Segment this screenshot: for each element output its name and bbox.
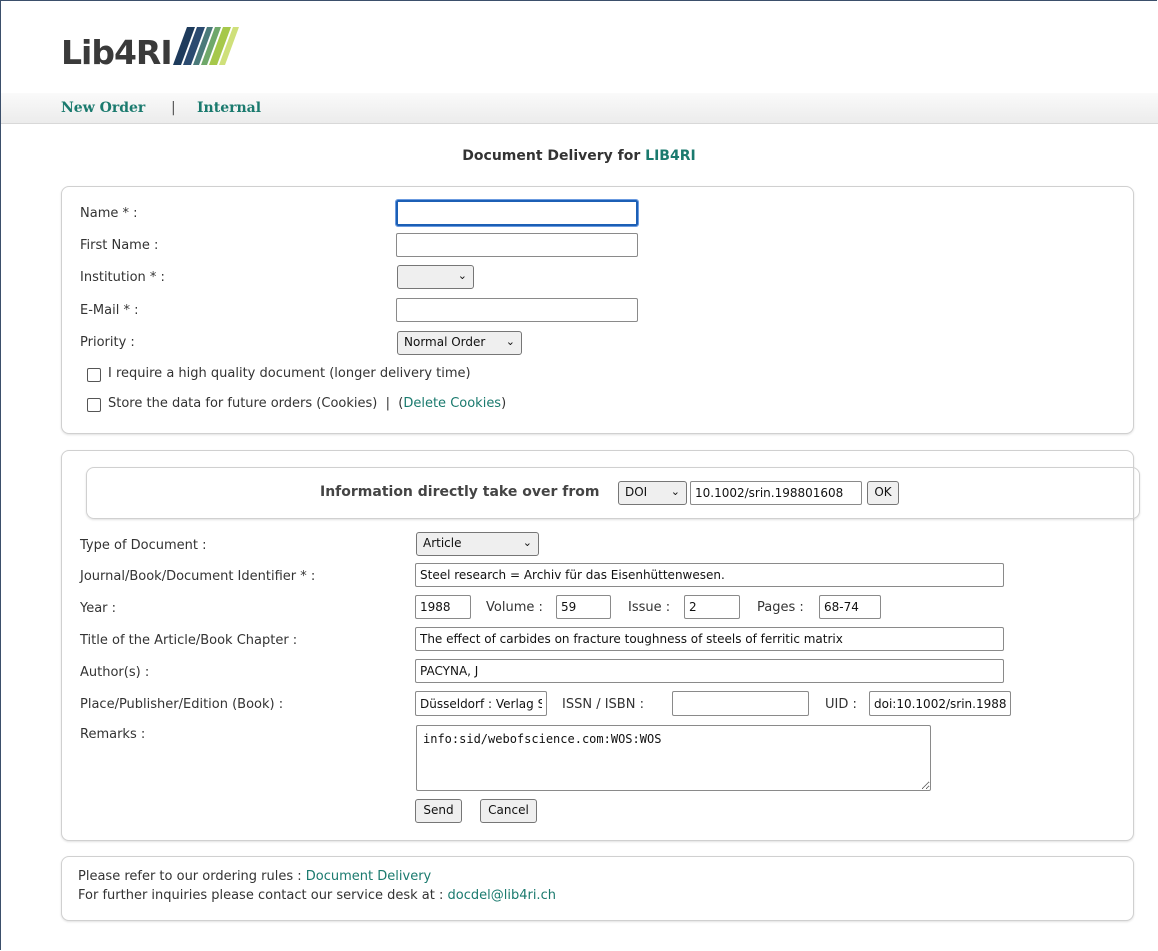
cancel-button[interactable]: Cancel bbox=[480, 799, 537, 823]
logo-text: Lib4RI bbox=[61, 33, 173, 72]
journal-label: Journal/Book/Document Identifier * : bbox=[80, 569, 316, 584]
page-title: Document Delivery for LIB4RI bbox=[462, 148, 696, 164]
uid-input[interactable] bbox=[869, 691, 1011, 716]
issn-input[interactable] bbox=[672, 691, 809, 716]
email-input[interactable] bbox=[396, 298, 638, 322]
year-input[interactable] bbox=[415, 595, 471, 619]
takeover-identifier-input[interactable] bbox=[690, 481, 862, 505]
first-name-input[interactable] bbox=[396, 233, 638, 257]
takeover-label: Information directly take over from bbox=[320, 484, 600, 500]
store-data-label: Store the data for future orders (Cookie… bbox=[108, 396, 507, 411]
year-label: Year : bbox=[80, 601, 117, 616]
place-label: Place/Publisher/Edition (Book) : bbox=[80, 697, 284, 712]
chevron-down-icon: ⌄ bbox=[505, 335, 515, 348]
personal-info-panel: Name * : First Name : Institution * : ⌄ … bbox=[61, 186, 1134, 434]
priority-label: Priority : bbox=[80, 335, 135, 350]
pages-input[interactable] bbox=[819, 595, 881, 619]
issue-input[interactable] bbox=[684, 595, 740, 619]
authors-label: Author(s) : bbox=[80, 665, 150, 680]
pages-label: Pages : bbox=[757, 600, 804, 615]
delete-cookies-link[interactable]: Delete Cookies bbox=[403, 396, 501, 411]
name-input[interactable] bbox=[395, 199, 639, 227]
document-panel: Information directly take over from DOI ⌄… bbox=[61, 450, 1140, 841]
nav-separator: | bbox=[171, 100, 176, 116]
authors-input[interactable] bbox=[415, 659, 1004, 683]
name-label: Name * : bbox=[80, 206, 138, 221]
volume-input[interactable] bbox=[556, 595, 611, 619]
first-name-label: First Name : bbox=[80, 238, 159, 253]
high-quality-label: I require a high quality document (longe… bbox=[108, 366, 471, 381]
nav-internal[interactable]: Internal bbox=[197, 100, 261, 116]
article-title-input[interactable] bbox=[415, 627, 1004, 651]
remarks-label: Remarks : bbox=[80, 727, 146, 742]
contact-text: For further inquiries please contact our… bbox=[78, 888, 556, 903]
issn-label: ISSN / ISBN : bbox=[562, 697, 644, 712]
takeover-panel: Information directly take over from DOI ⌄… bbox=[86, 467, 1140, 519]
nav-new-order[interactable]: New Order bbox=[61, 100, 145, 116]
footer-panel: Please refer to our ordering rules : Doc… bbox=[61, 856, 1134, 921]
place-input[interactable] bbox=[415, 691, 547, 716]
high-quality-checkbox[interactable] bbox=[87, 368, 101, 382]
takeover-ok-button[interactable]: OK bbox=[867, 481, 899, 505]
uid-label: UID : bbox=[825, 697, 857, 712]
institution-select[interactable]: ⌄ bbox=[397, 265, 474, 289]
document-delivery-link[interactable]: Document Delivery bbox=[306, 869, 431, 884]
journal-input[interactable] bbox=[415, 563, 1004, 587]
service-desk-email-link[interactable]: docdel@lib4ri.ch bbox=[448, 888, 556, 903]
priority-select[interactable]: Normal Order ⌄ bbox=[397, 331, 522, 355]
volume-label: Volume : bbox=[486, 600, 543, 615]
send-button[interactable]: Send bbox=[415, 799, 462, 823]
institution-label: Institution * : bbox=[80, 270, 165, 285]
type-select[interactable]: Article ⌄ bbox=[416, 532, 539, 556]
article-title-label: Title of the Article/Book Chapter : bbox=[80, 633, 298, 648]
chevron-down-icon: ⌄ bbox=[670, 485, 680, 498]
logo-stripes-icon bbox=[173, 27, 239, 65]
page-title-brand: LIB4RI bbox=[645, 148, 696, 164]
rules-text: Please refer to our ordering rules : Doc… bbox=[78, 869, 432, 884]
type-label: Type of Document : bbox=[80, 538, 207, 553]
takeover-source-select[interactable]: DOI ⌄ bbox=[618, 481, 687, 505]
store-data-checkbox[interactable] bbox=[87, 398, 101, 412]
remarks-textarea[interactable]: info:sid/webofscience.com:WOS:WOS bbox=[416, 725, 931, 791]
issue-label: Issue : bbox=[628, 600, 671, 615]
chevron-down-icon: ⌄ bbox=[457, 269, 467, 282]
chevron-down-icon: ⌄ bbox=[522, 536, 532, 549]
email-label: E-Mail * : bbox=[80, 303, 139, 318]
top-navbar: New Order | Internal bbox=[1, 93, 1158, 124]
